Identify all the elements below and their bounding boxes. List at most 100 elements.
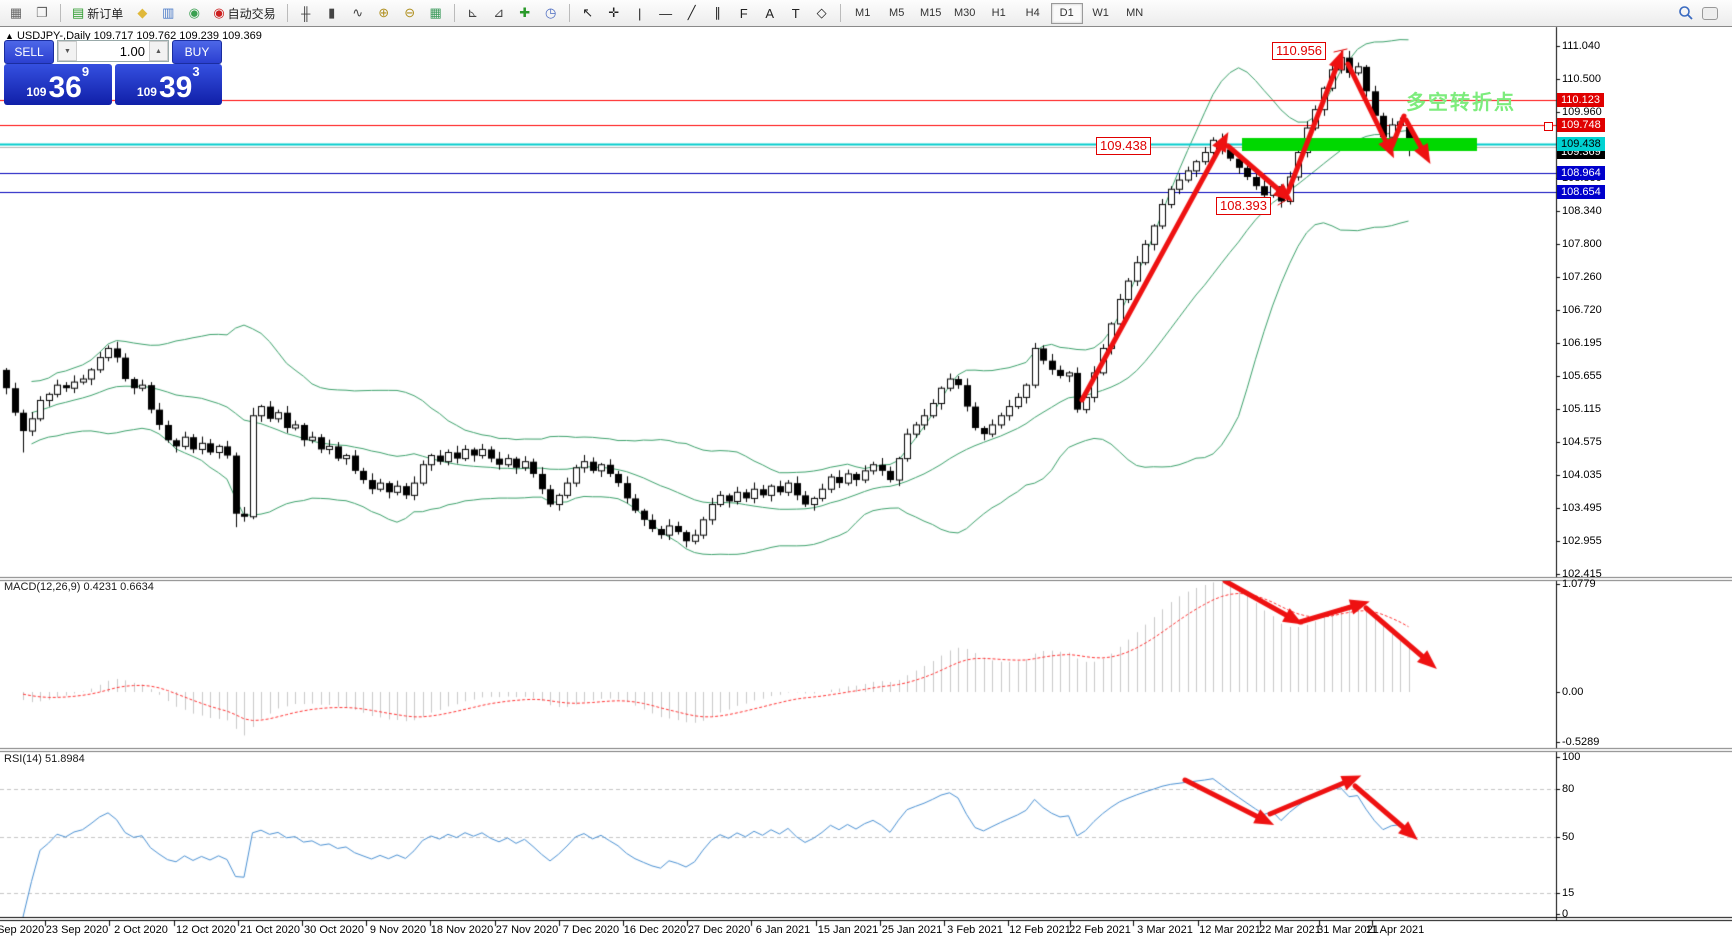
fibonacci-icon: F xyxy=(739,5,748,21)
channel-icon: ∥ xyxy=(714,5,721,20)
price-tick-label: 107.260 xyxy=(1562,271,1602,283)
date-tick-label: 6 Jan 2021 xyxy=(755,924,811,936)
cursor-icon[interactable]: ↖ xyxy=(576,2,600,25)
date-tick-label: 9 Nov 2020 xyxy=(369,924,427,936)
price-tick-label: 102.955 xyxy=(1562,535,1602,547)
line-chart-icon[interactable]: ∿ xyxy=(346,2,370,25)
date-tick-label: 12 Oct 2020 xyxy=(176,924,236,936)
chart-canvas[interactable] xyxy=(0,0,1732,938)
price-tick-label: 109.960 xyxy=(1562,106,1602,118)
timeframe-m5-button[interactable]: M5 xyxy=(881,3,913,24)
search-icon[interactable] xyxy=(1678,5,1694,21)
candle-chart-icon: ▮ xyxy=(328,5,336,20)
vertical-line-icon: | xyxy=(637,5,642,21)
price-badge-red-upper: 110.123 xyxy=(1557,93,1604,107)
support-price-annotation[interactable]: 109.438 xyxy=(1096,137,1151,155)
channel-icon[interactable]: ∥ xyxy=(706,2,730,25)
styles-icon: ◆ xyxy=(137,5,148,20)
label-icon: T xyxy=(791,5,800,21)
autotrade-button[interactable]: ◉ 自动交易 xyxy=(208,3,280,24)
autotrade-icon: ◉ xyxy=(213,5,225,20)
bar-chart-icon: ╫ xyxy=(301,5,311,21)
volume-up-button[interactable]: ▲ xyxy=(149,41,168,61)
navigator-icon: ◉ xyxy=(188,5,200,20)
notifications-button[interactable]: 1 xyxy=(1702,4,1722,22)
chat-bubble-icon xyxy=(1702,7,1718,20)
rsi-tick-label: 15 xyxy=(1562,887,1575,899)
sell-price-display[interactable]: 109 36 9 xyxy=(4,64,112,105)
price-tick-label: 110.500 xyxy=(1562,73,1601,85)
shapes-icon[interactable]: ◇ xyxy=(810,2,834,25)
zoom-in-icon: ⊕ xyxy=(378,5,390,20)
date-tick-label: 3 Mar 2021 xyxy=(1137,924,1193,936)
price-tick-label: 103.495 xyxy=(1562,502,1602,514)
timeframe-m15-button[interactable]: M15 xyxy=(915,3,947,24)
horizontal-line-icon[interactable]: — xyxy=(654,2,678,25)
market-watch-icon[interactable]: ▥ xyxy=(156,2,180,25)
indicator-a-icon[interactable]: ⊾ xyxy=(461,2,485,25)
price-tick-label: 106.720 xyxy=(1562,304,1602,316)
timeframe-m1-button[interactable]: M1 xyxy=(847,3,879,24)
period-clock-icon[interactable]: ◷ xyxy=(539,2,563,25)
hline-drag-handle[interactable] xyxy=(1544,122,1553,131)
toolbar-separator xyxy=(453,4,455,22)
trough-price-annotation[interactable]: 108.393 xyxy=(1216,197,1271,215)
volume-input[interactable] xyxy=(77,41,149,61)
price-badge-blue-lower: 108.654 xyxy=(1557,185,1605,199)
indicator-a-icon: ⊾ xyxy=(467,5,479,20)
trendline-icon[interactable]: ╱ xyxy=(680,2,704,25)
zoom-out-icon: ⊖ xyxy=(404,5,416,20)
date-tick-label: 23 Sep 2020 xyxy=(45,924,109,936)
period-clock-icon: ◷ xyxy=(545,5,557,20)
buy-button[interactable]: BUY xyxy=(172,40,222,64)
price-tick-label: 111.040 xyxy=(1562,40,1601,52)
date-tick-label: 21 Oct 2020 xyxy=(240,924,300,936)
sell-price-base: 109 xyxy=(26,85,47,99)
sell-price-main: 36 xyxy=(48,71,82,104)
price-tick-label: 105.115 xyxy=(1562,403,1601,415)
add-indicator-icon[interactable]: ✚ xyxy=(513,2,537,25)
bar-chart-icon[interactable]: ╫ xyxy=(294,2,318,25)
timeframe-mn-button[interactable]: MN xyxy=(1119,3,1151,24)
cursor-icon: ↖ xyxy=(582,5,594,20)
timeframe-w1-button[interactable]: W1 xyxy=(1085,3,1117,24)
date-tick-label: 18 Nov 2020 xyxy=(430,924,494,936)
profiles-icon[interactable]: ❐ xyxy=(30,2,54,25)
date-tick-label: 2 Oct 2020 xyxy=(114,924,168,936)
crosshair-icon[interactable]: ✛ xyxy=(602,2,626,25)
crosshair-icon: ✛ xyxy=(608,5,620,20)
macd-indicator-label: MACD(12,26,9) 0.4231 0.6634 xyxy=(4,581,154,593)
price-badge-blue-upper: 108.964 xyxy=(1557,166,1605,180)
navigator-icon[interactable]: ◉ xyxy=(182,2,206,25)
vertical-line-icon[interactable]: | xyxy=(628,2,652,25)
date-tick-label: 30 Oct 2020 xyxy=(304,924,364,936)
price-badge-red-lower: 109.748 xyxy=(1557,118,1605,132)
timeframe-h4-button[interactable]: H4 xyxy=(1017,3,1049,24)
date-tick-label: 22 Feb 2021 xyxy=(1069,924,1131,936)
zoom-out-icon[interactable]: ⊖ xyxy=(398,2,422,25)
label-icon[interactable]: T xyxy=(784,2,808,25)
autotrade-button-label: 自动交易 xyxy=(227,6,276,21)
buy-price-display[interactable]: 109 39 3 xyxy=(114,64,222,105)
sell-button[interactable]: SELL xyxy=(4,40,54,64)
peak-price-annotation[interactable]: 110.956 xyxy=(1272,42,1327,60)
timeframe-h1-button[interactable]: H1 xyxy=(983,3,1015,24)
styles-icon[interactable]: ◆ xyxy=(130,2,154,25)
mt4-terminal: ▦ ❐ ▤ 新订单 ◆ ▥ ◉ ◉ 自动交易 ╫ ▮ ∿ ⊕ ⊖ ▦ ⊾ ⊿ ✚ ◷ ↖ ✛ | — ╱ ∥ F A T ◇ M1 M5 M1… xyxy=(0,0,1732,938)
fibonacci-icon[interactable]: F xyxy=(732,2,756,25)
new-order-button[interactable]: ▤ 新订单 xyxy=(67,3,128,24)
zoom-in-icon[interactable]: ⊕ xyxy=(372,2,396,25)
timeframe-m30-button[interactable]: M30 xyxy=(949,3,981,24)
turning-point-text-annotation[interactable]: 多空转折点 xyxy=(1406,86,1516,115)
indicator-b-icon[interactable]: ⊿ xyxy=(487,2,511,25)
new-chart-icon[interactable]: ▦ xyxy=(4,2,28,25)
rsi-tick-label: 0 xyxy=(1562,908,1569,920)
text-icon[interactable]: A xyxy=(758,2,782,25)
price-tick-label: 107.800 xyxy=(1562,238,1602,250)
volume-down-button[interactable]: ▼ xyxy=(58,41,77,61)
candle-chart-icon[interactable]: ▮ xyxy=(320,2,344,25)
rsi-indicator-label: RSI(14) 51.8984 xyxy=(4,753,85,765)
date-tick-label: 12 Mar 2021 xyxy=(1199,924,1261,936)
tile-windows-icon[interactable]: ▦ xyxy=(424,2,448,25)
timeframe-d1-button[interactable]: D1 xyxy=(1050,2,1083,24)
